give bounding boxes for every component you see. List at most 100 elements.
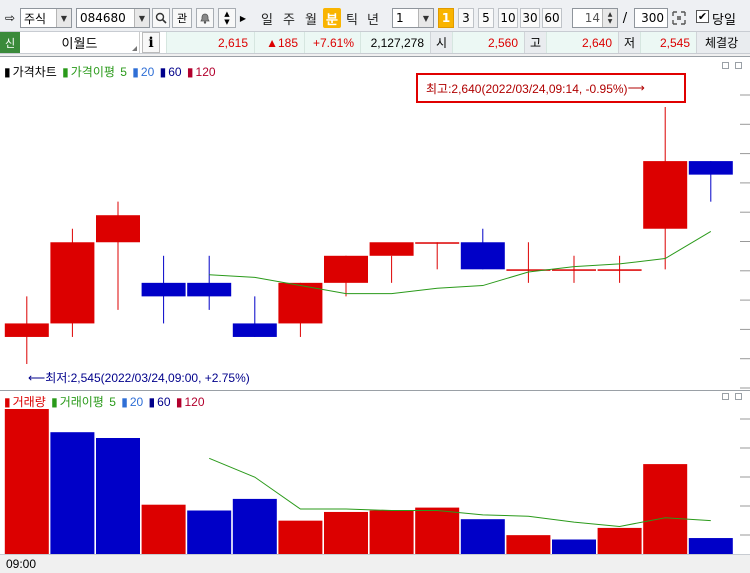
volume-bar [415,507,460,554]
candle-body [187,282,232,297]
time-axis-start: 09:00 [6,557,37,571]
volume-bar [369,510,414,554]
period-month[interactable]: 월 [302,8,320,28]
volume-bar [187,510,232,554]
max-annotation: 최고:2,640(2022/03/24,09:14, -0.95%) [426,81,628,96]
toolbar: ⇨ 주식 ▼ 084680 ▼ 관 ▲ ▼ ▶ 일 주 월 분 틱 년 1 ▼ 1… [0,0,750,32]
interval-5-button[interactable]: 5 [478,8,494,28]
market-select-value: 주식 [24,11,47,26]
today-checkbox[interactable]: ✔ [696,10,709,23]
high-price: 2,640 [546,32,618,53]
stock-code-value: 084680 [80,11,126,25]
volume-bar [232,498,277,554]
volume-bar [324,511,368,554]
candle-body [141,282,186,297]
count-value: 14 [584,11,600,25]
count-spinner-icon[interactable]: ▲ ▼ [602,9,617,27]
volume-bar [506,535,551,554]
arrow-left-icon: ⟵ [28,371,46,385]
volume-bar [141,504,186,554]
quote-bar: 신 이월드 i 2,615 ▲185 +7.61% 2,127,278 시 2,… [0,32,750,54]
stock-name-field[interactable]: 이월드 [20,32,140,53]
min-annotation: 최저:2,545(2022/03/24,09:00, +2.75%) [45,371,250,385]
arrow-right-icon: ⟶ [627,81,645,95]
price-chart[interactable] [0,57,750,390]
change-percent: +7.61% [304,32,360,53]
expand-corner-icon [132,46,137,51]
candle-body [415,242,460,244]
volume-bar [50,432,95,554]
volume-chart-panel[interactable]: ▮ 거래량 ▮ 거래이평 5 ▮ 20 ▮ 60 ▮ 120 [0,390,750,554]
count-input[interactable]: 14 ▲ ▼ [572,8,618,28]
period-year[interactable]: 년 [364,8,382,28]
gwan-button[interactable]: 관 [172,8,192,28]
search-icon [155,12,167,24]
credit-badge: 신 [0,32,20,53]
candle-body [324,255,368,283]
trade-volume: 2,127,278 [360,32,430,53]
total-value: 300 [641,11,664,25]
time-axis: 09:00 [0,554,750,573]
volume-bar [4,409,49,554]
period-day[interactable]: 일 [258,8,276,28]
volume-bar [552,539,596,554]
max-annotation-box: 최고:2,640(2022/03/24,09:14, -0.95%) ⟶ [416,73,686,103]
interval-30-button[interactable]: 30 [520,8,540,28]
updown-spinner[interactable]: ▲ ▼ [218,8,236,28]
candle-body [232,323,277,337]
arrow-down-icon: ▼ [224,18,230,26]
alarm-button[interactable] [196,8,214,28]
volume-bar [688,538,733,554]
volume-bar [643,464,688,554]
chevron-down-icon: ▼ [134,9,149,27]
volume-bar [460,519,505,554]
price-change: ▲185 [254,32,304,53]
period-tick[interactable]: 틱 [343,8,361,28]
interval-3-button[interactable]: 3 [458,8,474,28]
candle-body [96,215,140,243]
dock-arrow-icon[interactable]: ⇨ [2,10,18,26]
price-chart-panel[interactable]: ▮ 가격차트 ▮ 가격이평 5 ▮ 20 ▮ 60 ▮ 120 최고:2,640(2022… [0,56,750,390]
volume-bar [597,527,642,554]
candle-body [552,269,596,271]
more-arrow-icon[interactable]: ▶ [238,12,248,24]
search-button[interactable] [152,8,170,28]
volume-bar [96,438,140,554]
strength-label: 체결강 [696,32,750,53]
open-price: 2,560 [452,32,524,53]
interval-10-button[interactable]: 10 [498,8,518,28]
low-price: 2,545 [640,32,696,53]
candle-body [50,242,95,324]
candle-body [597,269,642,271]
interval-60-button[interactable]: 60 [542,8,562,28]
chevron-down-icon: ▼ [418,9,433,27]
candle-body [688,161,733,175]
volume-ma5-line [209,457,711,527]
period-minute[interactable]: 분 [323,8,341,28]
candle-body [460,242,505,270]
interval-select-value: 1 [396,11,404,25]
interval-1-button[interactable]: 1 [438,8,454,28]
interval-select[interactable]: 1 ▼ [392,8,434,28]
low-label: 저 [618,32,640,53]
volume-chart[interactable] [0,391,750,554]
min-annotation-label: ⟵최저:2,545(2022/03/24,09:00, +2.75%) [28,369,250,386]
high-label: 고 [524,32,546,53]
volume-bar [278,520,323,554]
today-label: 당일 [712,12,736,28]
chevron-down-icon: ▼ [56,9,71,27]
zoom-arrows-icon[interactable] [670,9,688,27]
total-input[interactable]: 300 [634,8,668,28]
candle-body [643,161,688,229]
market-select[interactable]: 주식 ▼ [20,8,72,28]
open-label: 시 [430,32,452,53]
candle-body [369,242,414,256]
current-price: 2,615 [166,32,254,53]
arrow-up-icon: ▲ [224,10,230,18]
stock-code-input[interactable]: 084680 ▼ [76,8,150,28]
period-week[interactable]: 주 [280,8,298,28]
candle-body [278,282,323,324]
stock-name: 이월드 [61,36,98,51]
info-button[interactable]: i [142,32,160,53]
candle-body [4,323,49,337]
